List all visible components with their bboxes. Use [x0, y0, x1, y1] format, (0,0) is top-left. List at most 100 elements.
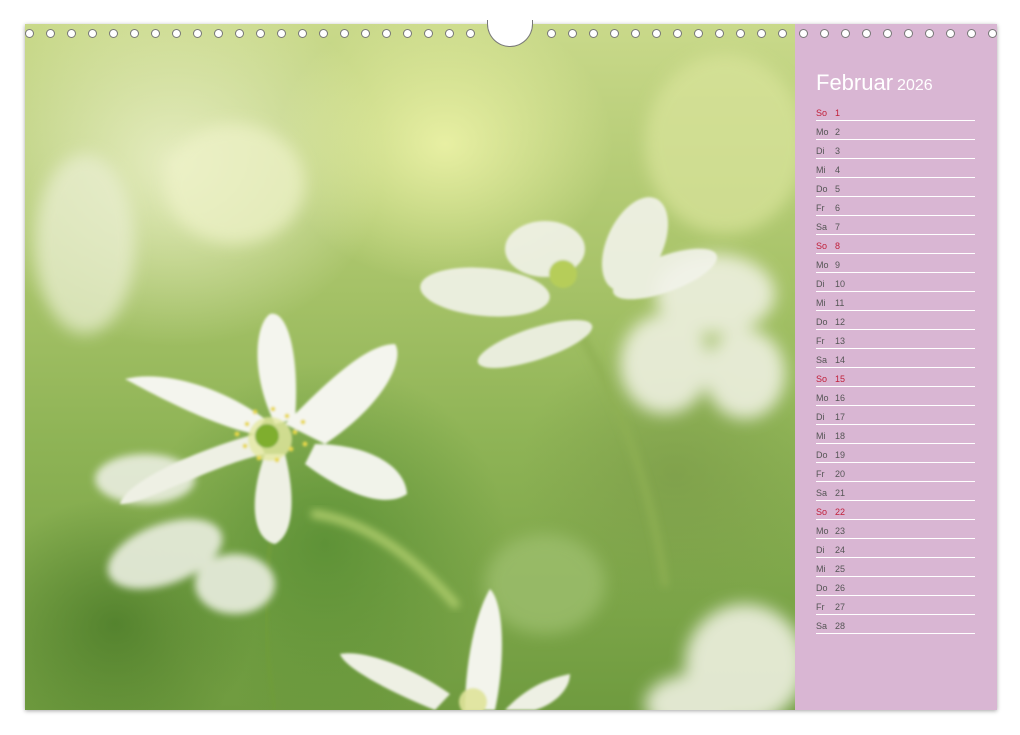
binding-hole [862, 29, 871, 38]
day-number: 26 [835, 583, 846, 593]
day-number: 18 [835, 431, 846, 441]
binding-hole [589, 29, 598, 38]
weekday-label: Mi [816, 298, 826, 308]
day-row: Fr 27 [816, 596, 975, 615]
binding-hole [778, 29, 787, 38]
day-number: 25 [835, 564, 846, 574]
binding-hole [631, 29, 640, 38]
binding-hole [568, 29, 577, 38]
day-number: 8 [835, 241, 841, 251]
weekday-label: Mi [816, 165, 826, 175]
binding-hole [403, 29, 412, 38]
day-row: So 8 [816, 235, 975, 254]
binding-hole [340, 29, 349, 38]
day-row: Sa 21 [816, 482, 975, 501]
day-row: Do 5 [816, 178, 975, 197]
weekday-label: Do [816, 583, 828, 593]
day-number: 27 [835, 602, 846, 612]
weekday-label: Sa [816, 222, 828, 232]
binding-hole [988, 29, 997, 38]
binding-hole [214, 29, 223, 38]
day-row: So 15 [816, 368, 975, 387]
binding-hole [193, 29, 202, 38]
weekday-label: Sa [816, 621, 828, 631]
day-row: Sa 14 [816, 349, 975, 368]
weekday-label: Mo [816, 127, 829, 137]
day-number: 21 [835, 488, 846, 498]
binding-hole [25, 29, 34, 38]
binding-hole [757, 29, 766, 38]
day-number: 24 [835, 545, 846, 555]
day-row: Mo 9 [816, 254, 975, 273]
day-row: Mi 4 [816, 159, 975, 178]
day-row: Di 3 [816, 140, 975, 159]
day-number: 5 [835, 184, 841, 194]
day-number: 7 [835, 222, 841, 232]
binding-hole [235, 29, 244, 38]
weekday-label: Mi [816, 564, 826, 574]
binding-hole [610, 29, 619, 38]
day-number: 20 [835, 469, 846, 479]
weekday-label: Fr [816, 336, 825, 346]
binding-hole [277, 29, 286, 38]
weekday-label: Mo [816, 393, 829, 403]
day-row: Mo 2 [816, 121, 975, 140]
day-number: 4 [835, 165, 841, 175]
flower-photo [25, 24, 795, 710]
day-number: 11 [835, 298, 845, 308]
binding-hole [904, 29, 913, 38]
anemone-illustration [35, 54, 795, 710]
weekday-label: Do [816, 184, 828, 194]
day-row: Do 26 [816, 577, 975, 596]
binding-hole [967, 29, 976, 38]
binding-hole [736, 29, 745, 38]
month-name: Februar [816, 70, 894, 95]
day-row: Mo 16 [816, 387, 975, 406]
day-list: So 1 Mo 2 Di 3 Mi 4 Do 5 Fr 6 Sa 7 So 8 Mo 9 Di 10 Mi 11 Do 12 F… [816, 102, 975, 634]
weekday-label: Do [816, 450, 828, 460]
day-number: 28 [835, 621, 846, 631]
day-number: 13 [835, 336, 846, 346]
binding-hole [466, 29, 475, 38]
weekday-label: Di [816, 146, 825, 156]
day-row: Fr 20 [816, 463, 975, 482]
weekday-label: Di [816, 279, 825, 289]
binding-hole [256, 29, 265, 38]
binding-hole [298, 29, 307, 38]
year: 2026 [897, 77, 933, 94]
binding-hole [883, 29, 892, 38]
calendar-panel: Februar 2026 So 1 Mo 2 Di 3 Mi 4 Do 5 Fr 6 Sa 7 So 8 Mo 9 D… [795, 24, 997, 710]
weekday-label: Fr [816, 602, 825, 612]
day-row: Di 17 [816, 406, 975, 425]
day-row: Fr 13 [816, 330, 975, 349]
binding-hole [694, 29, 703, 38]
weekday-label: Sa [816, 355, 828, 365]
day-row: Fr 6 [816, 197, 975, 216]
weekday-label: Mo [816, 260, 829, 270]
day-number: 1 [835, 108, 841, 118]
binding-hole [424, 29, 433, 38]
binding-hole [445, 29, 454, 38]
day-number: 15 [835, 374, 846, 384]
weekday-label: So [816, 241, 828, 251]
day-number: 2 [835, 127, 841, 137]
binding-hole [109, 29, 118, 38]
binding-hole [382, 29, 391, 38]
binding-hole [673, 29, 682, 38]
binding-hole [652, 29, 661, 38]
weekday-label: Do [816, 317, 828, 327]
weekday-label: Mo [816, 526, 829, 536]
day-row: Mo 23 [816, 520, 975, 539]
weekday-label: Fr [816, 469, 825, 479]
day-row: Mi 18 [816, 425, 975, 444]
day-row: So 1 [816, 102, 975, 121]
day-number: 19 [835, 450, 846, 460]
day-row: Do 19 [816, 444, 975, 463]
weekday-label: So [816, 108, 828, 118]
day-number: 12 [835, 317, 846, 327]
day-row: Do 12 [816, 311, 975, 330]
day-row: Sa 7 [816, 216, 975, 235]
day-row: Di 24 [816, 539, 975, 558]
weekday-label: So [816, 507, 828, 517]
day-row: Mi 11 [816, 292, 975, 311]
